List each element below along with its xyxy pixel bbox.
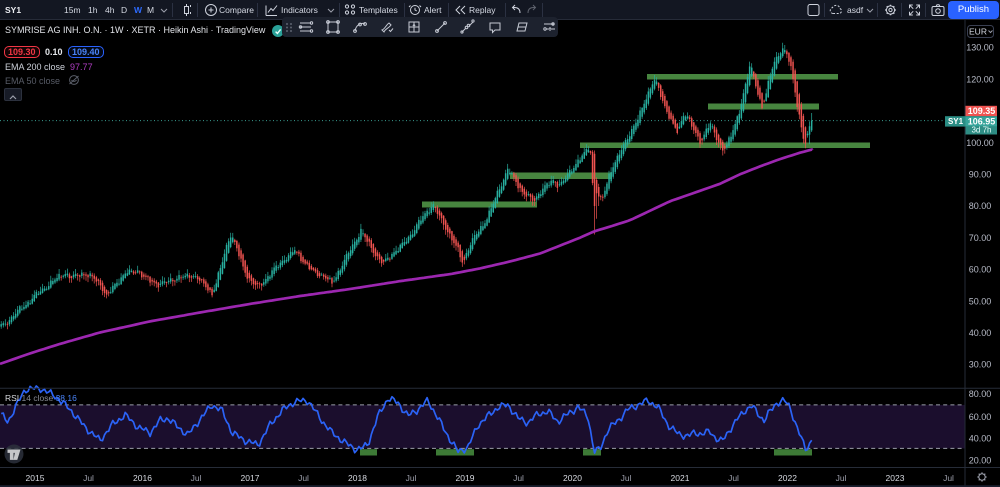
svg-text:2020: 2020 <box>563 473 582 483</box>
svg-text:Jul: Jul <box>83 473 94 483</box>
svg-text:Jul: Jul <box>836 473 847 483</box>
svg-text:SY1: SY1 <box>948 117 964 126</box>
svg-text:2021: 2021 <box>671 473 690 483</box>
svg-text:Jul: Jul <box>406 473 417 483</box>
svg-text:100.00: 100.00 <box>966 138 994 148</box>
svg-text:Jul: Jul <box>728 473 739 483</box>
svg-text:60.00: 60.00 <box>969 412 992 422</box>
svg-text:2016: 2016 <box>133 473 152 483</box>
svg-text:Jul: Jul <box>191 473 202 483</box>
svg-text:109.35: 109.35 <box>968 106 996 116</box>
svg-text:EUR: EUR <box>969 27 987 37</box>
svg-text:RSI 14 close 38.16: RSI 14 close 38.16 <box>5 393 77 403</box>
svg-text:120.00: 120.00 <box>966 74 994 84</box>
svg-text:Jul: Jul <box>943 473 954 483</box>
svg-text:2023: 2023 <box>886 473 905 483</box>
svg-text:2019: 2019 <box>456 473 475 483</box>
svg-text:20.00: 20.00 <box>969 456 992 466</box>
svg-text:30.00: 30.00 <box>969 360 992 370</box>
svg-text:Jul: Jul <box>621 473 632 483</box>
svg-text:2022: 2022 <box>778 473 797 483</box>
svg-text:50.00: 50.00 <box>969 296 992 306</box>
svg-text:70.00: 70.00 <box>969 233 992 243</box>
svg-text:2018: 2018 <box>348 473 367 483</box>
svg-text:130.00: 130.00 <box>966 43 994 53</box>
svg-text:Jul: Jul <box>298 473 309 483</box>
svg-text:40.00: 40.00 <box>969 434 992 444</box>
svg-text:60.00: 60.00 <box>969 265 992 275</box>
svg-text:80.00: 80.00 <box>969 201 992 211</box>
svg-text:3d 7h: 3d 7h <box>971 126 991 135</box>
svg-text:40.00: 40.00 <box>969 328 992 338</box>
svg-text:80.00: 80.00 <box>969 389 992 399</box>
svg-text:2017: 2017 <box>241 473 260 483</box>
svg-text:Jul: Jul <box>513 473 524 483</box>
svg-text:2015: 2015 <box>26 473 45 483</box>
svg-text:90.00: 90.00 <box>969 170 992 180</box>
